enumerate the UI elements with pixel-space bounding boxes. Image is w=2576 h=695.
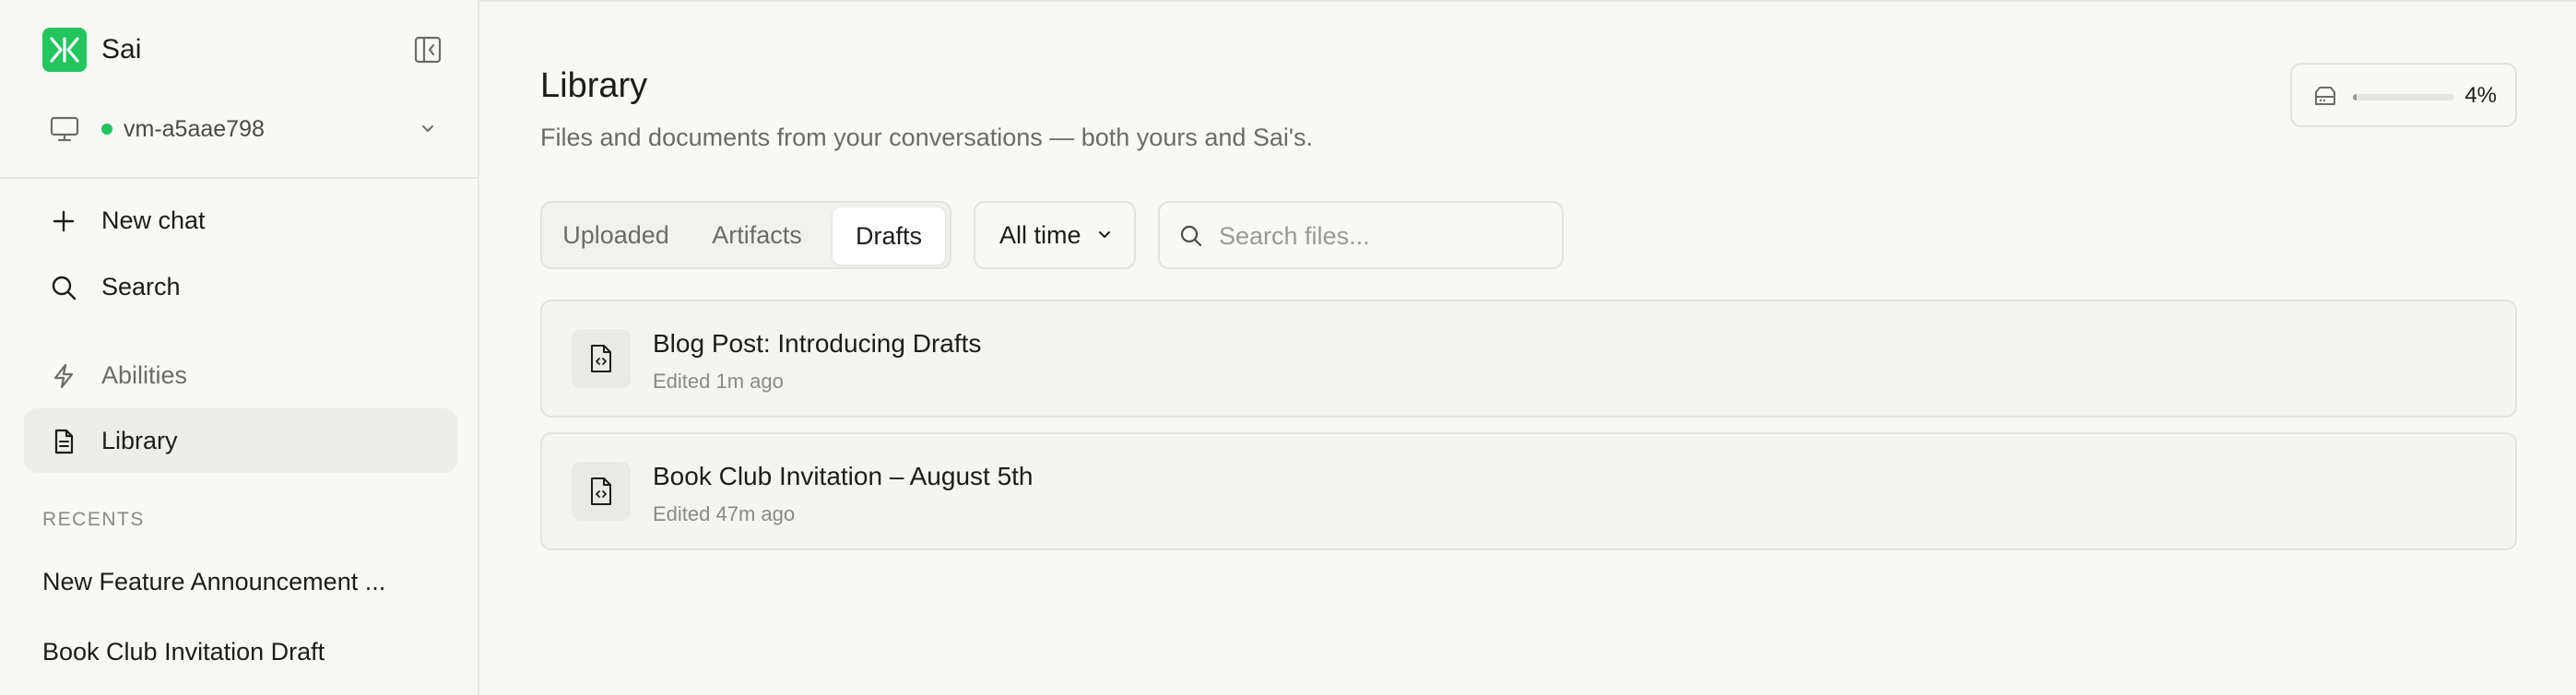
file-title: Book Club Invitation – August 5th — [653, 462, 1034, 490]
file-meta: Edited 1m ago — [653, 370, 784, 393]
recent-item[interactable]: New Feature Announcement ... — [42, 568, 384, 596]
library-tabs: Uploaded Artifacts Drafts — [540, 201, 951, 269]
hard-drive-icon — [2315, 87, 2335, 105]
storage-bar-fill — [2353, 94, 2357, 100]
time-filter-value: All time — [999, 221, 1081, 249]
storage-bar — [2353, 94, 2454, 100]
vm-name: vm-a5aae798 — [124, 115, 265, 142]
logo-icon — [42, 28, 87, 72]
code-file-icon — [572, 462, 631, 521]
recent-item[interactable]: Book Club Invitation Draft — [42, 638, 384, 666]
document-icon — [54, 429, 74, 454]
file-title: Blog Post: Introducing Drafts — [653, 329, 982, 358]
storage-percent: 4% — [2464, 83, 2497, 108]
tab-drafts[interactable]: Drafts — [832, 206, 946, 265]
sidebar-item-abilities[interactable]: Abilities — [24, 343, 457, 407]
sidebar-item-label: Abilities — [101, 360, 188, 389]
file-meta: Edited 47m ago — [653, 502, 796, 525]
chevron-down-icon — [422, 125, 433, 132]
storage-indicator[interactable]: 4% — [2290, 63, 2517, 127]
recents-heading: RECENTS — [42, 509, 145, 530]
search-input[interactable] — [1217, 216, 1553, 256]
sidebar: Sai vm-a5aae798 New chat Search Abilitie… — [0, 0, 479, 695]
sidebar-item-label: Search — [101, 272, 181, 300]
collapse-sidebar-icon[interactable] — [413, 35, 443, 65]
sidebar-item-library[interactable]: Library — [24, 408, 457, 473]
page-title: Library — [540, 66, 648, 105]
tab-artifacts[interactable]: Artifacts — [688, 206, 826, 264]
tab-uploaded[interactable]: Uploaded — [548, 206, 684, 264]
main-content: Library Files and documents from your co… — [479, 0, 2576, 695]
code-file-icon — [572, 329, 631, 388]
vm-status-dot — [101, 124, 112, 135]
plus-icon — [53, 210, 75, 232]
search-box — [1158, 201, 1564, 269]
page-subtitle: Files and documents from your conversati… — [540, 124, 1314, 151]
file-card[interactable]: Blog Post: Introducing Drafts Edited 1m … — [540, 300, 2517, 418]
sidebar-item-search[interactable]: Search — [24, 254, 457, 319]
sidebar-item-label: New chat — [101, 206, 206, 234]
sidebar-divider — [0, 177, 479, 179]
time-filter-dropdown[interactable]: All time — [974, 201, 1136, 269]
search-icon — [1180, 225, 1202, 247]
vm-selector[interactable]: vm-a5aae798 — [50, 111, 437, 147]
brand-name: Sai — [101, 34, 142, 65]
chevron-down-icon — [1099, 231, 1110, 238]
brand[interactable]: Sai — [42, 28, 141, 72]
monitor-icon — [50, 116, 79, 142]
sidebar-item-new-chat[interactable]: New chat — [24, 188, 457, 253]
sidebar-item-label: Library — [101, 426, 178, 454]
lightning-icon — [53, 363, 74, 389]
file-card[interactable]: Book Club Invitation – August 5th Edited… — [540, 432, 2517, 550]
search-icon — [52, 276, 77, 300]
